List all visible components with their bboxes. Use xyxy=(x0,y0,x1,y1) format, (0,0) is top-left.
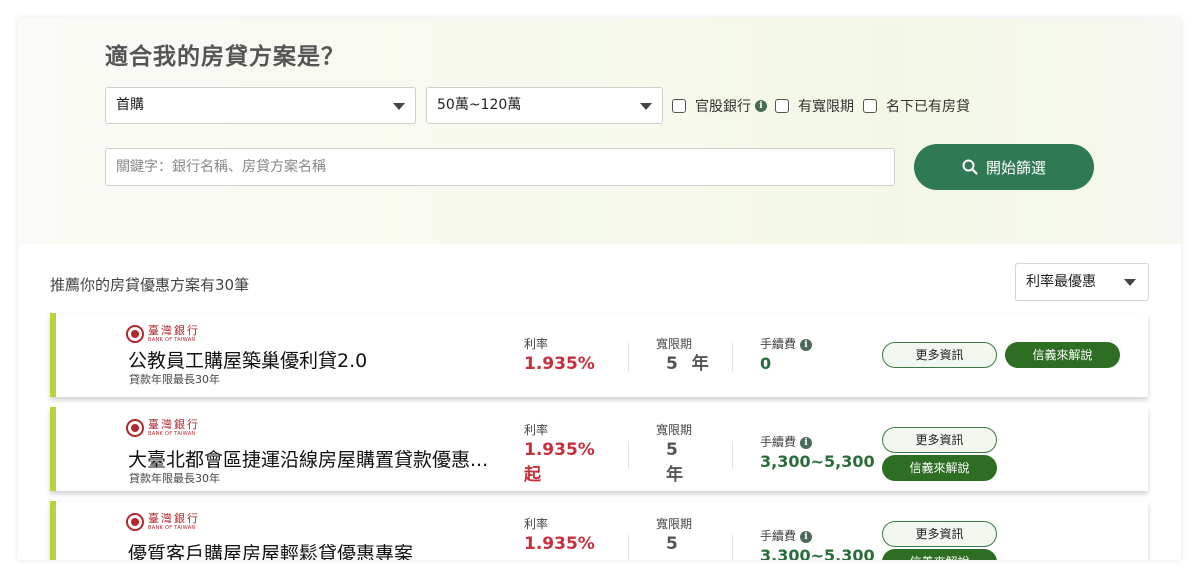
fee-label: 手續費 i xyxy=(760,433,813,450)
fee-label-text: 手續費 xyxy=(760,435,797,449)
info-icon[interactable]: i xyxy=(800,436,813,449)
divider xyxy=(628,535,629,560)
rate-value: 1.935% 起 xyxy=(524,438,595,488)
bank-name-en: BANK OF TAIWAN xyxy=(148,337,196,343)
checkbox-existing-mortgage[interactable]: 名下已有房貸 xyxy=(863,96,970,116)
explain-button[interactable]: 信義來解說 xyxy=(882,455,997,481)
divider xyxy=(628,343,629,371)
checkbox-box[interactable] xyxy=(863,99,877,113)
info-icon[interactable]: i xyxy=(755,100,767,112)
fee-label: 手續費 i xyxy=(760,335,813,352)
fee-label-text: 手續費 xyxy=(760,337,797,351)
start-filter-label: 開始篩選 xyxy=(985,158,1046,177)
bank-seal-icon xyxy=(126,513,144,531)
bank-name: 臺灣銀行 xyxy=(148,512,200,525)
sort-select[interactable]: 利率最優惠 xyxy=(1015,263,1149,301)
bank-seal-icon xyxy=(126,325,144,343)
fee-label-text: 手續費 xyxy=(760,529,797,543)
search-icon xyxy=(962,159,978,175)
keyword-search-input[interactable] xyxy=(105,148,895,186)
fee-value: 0 xyxy=(760,354,772,373)
rate-label: 利率 xyxy=(524,423,549,437)
bank-name-en: BANK OF TAIWAN xyxy=(148,431,196,437)
chevron-down-icon xyxy=(1124,279,1136,286)
plan-term: 貸款年限最長30年 xyxy=(129,373,220,386)
income-range-value: 50萬~120萬 xyxy=(437,97,522,113)
rate-label: 利率 xyxy=(524,337,549,351)
checkbox-label: 名下已有房貸 xyxy=(886,99,970,115)
chevron-down-icon xyxy=(640,103,652,110)
page-title: 適合我的房貸方案是？ xyxy=(105,44,345,70)
bank-logo: 臺灣銀行 BANK OF TAIWAN xyxy=(126,513,200,531)
mortgage-plan-card: 臺灣銀行 BANK OF TAIWAN 優質客戶購屋房屋輕鬆貸優惠專案 利率 1… xyxy=(50,501,1148,560)
info-icon[interactable]: i xyxy=(800,338,813,351)
rate-number: 1.935% xyxy=(524,440,595,460)
rate-from-suffix: 起 xyxy=(524,465,541,485)
checkbox-box[interactable] xyxy=(672,99,686,113)
grace-value: 5 年 xyxy=(666,352,709,377)
bank-name: 臺灣銀行 xyxy=(148,324,200,337)
grace-years: 5 xyxy=(666,534,678,554)
info-icon[interactable]: i xyxy=(800,530,813,543)
grace-value: 5 年 xyxy=(666,438,683,488)
purchase-type-select[interactable]: 首購 xyxy=(105,87,416,124)
checkbox-government-bank[interactable]: 官股銀行 i xyxy=(672,96,767,116)
explain-button[interactable]: 信義來解說 xyxy=(1005,342,1120,368)
grace-label: 寬限期 xyxy=(656,423,693,437)
fee-value: 3,300~5,300 xyxy=(760,546,875,560)
checkbox-grace-period[interactable]: 有寬限期 xyxy=(775,96,854,116)
more-info-button[interactable]: 更多資訊 xyxy=(882,342,997,368)
rate-label: 利率 xyxy=(524,517,549,531)
grace-label: 寬限期 xyxy=(656,517,693,531)
plan-title: 優質客戶購屋房屋輕鬆貸優惠專案 xyxy=(128,543,414,560)
checkbox-box[interactable] xyxy=(775,99,789,113)
bank-logo: 臺灣銀行 BANK OF TAIWAN xyxy=(126,419,200,437)
mortgage-plan-card: 臺灣銀行 BANK OF TAIWAN 公教員工購屋築巢優利貸2.0 貸款年限最… xyxy=(50,313,1148,397)
filter-panel: 適合我的房貸方案是？ 首購 50萬~120萬 官股銀行 i 有寬限期 名下已有房… xyxy=(18,18,1181,244)
explain-button[interactable]: 信義來解說 xyxy=(882,549,997,560)
divider xyxy=(732,343,733,371)
rate-value: 1.935% xyxy=(524,354,595,374)
grace-years: 5 xyxy=(666,354,678,374)
bank-logo: 臺灣銀行 BANK OF TAIWAN xyxy=(126,325,200,343)
bank-name-en: BANK OF TAIWAN xyxy=(148,525,196,531)
bank-seal-icon xyxy=(126,419,144,437)
rate-value: 1.935% xyxy=(524,534,595,554)
plan-title: 公教員工購屋築巢優利貸2.0 xyxy=(128,350,368,372)
checkbox-label: 官股銀行 xyxy=(695,99,751,115)
fee-value: 3,300~5,300 xyxy=(760,452,875,471)
divider xyxy=(628,441,629,469)
plan-title: 大臺北都會區捷運沿線房屋購置貸款優惠... xyxy=(128,449,489,471)
page-frame: 適合我的房貸方案是？ 首購 50萬~120萬 官股銀行 i 有寬限期 名下已有房… xyxy=(18,18,1181,560)
purchase-type-value: 首購 xyxy=(116,97,144,113)
grace-unit: 年 xyxy=(666,465,683,485)
plan-term: 貸款年限最長30年 xyxy=(129,472,220,485)
divider xyxy=(732,535,733,560)
income-range-select[interactable]: 50萬~120萬 xyxy=(426,87,663,124)
grace-value: 5 xyxy=(666,532,678,557)
sort-value: 利率最優惠 xyxy=(1026,274,1096,290)
more-info-button[interactable]: 更多資訊 xyxy=(882,427,997,453)
grace-unit: 年 xyxy=(691,354,709,374)
bank-name: 臺灣銀行 xyxy=(148,418,200,431)
fee-label: 手續費 i xyxy=(760,527,813,544)
more-info-button[interactable]: 更多資訊 xyxy=(882,521,997,547)
grace-years: 5 xyxy=(666,440,678,460)
divider xyxy=(732,441,733,469)
start-filter-button[interactable]: 開始篩選 xyxy=(914,144,1094,190)
result-count: 推薦你的房貸優惠方案有30筆 xyxy=(50,276,250,294)
chevron-down-icon xyxy=(393,103,405,110)
grace-label: 寬限期 xyxy=(656,337,693,351)
checkbox-label: 有寬限期 xyxy=(798,99,854,115)
mortgage-plan-card: 臺灣銀行 BANK OF TAIWAN 大臺北都會區捷運沿線房屋購置貸款優惠..… xyxy=(50,407,1148,491)
